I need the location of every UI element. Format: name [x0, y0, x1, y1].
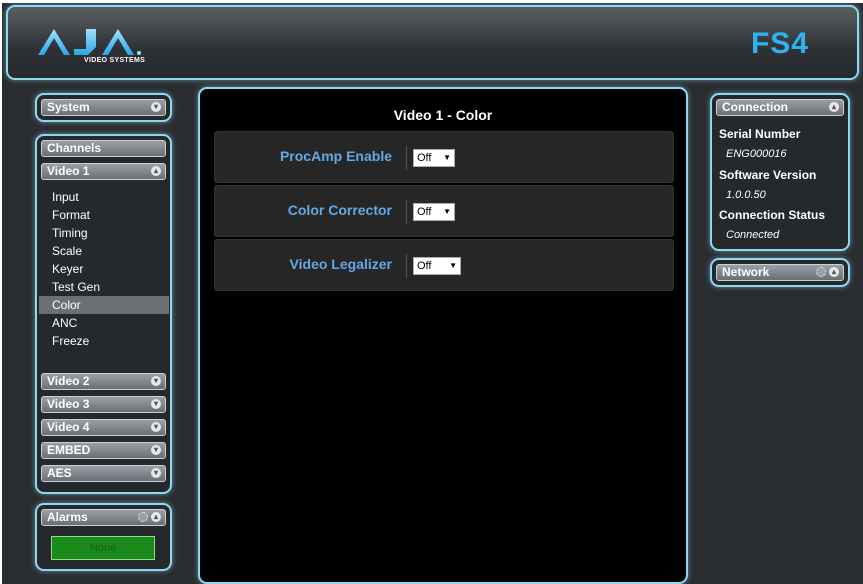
color-corrector-select[interactable]: Off ▼	[413, 203, 455, 221]
dropdown-arrow-icon: ▼	[443, 207, 451, 216]
logo-subtext: VIDEO SYSTEMS	[84, 57, 146, 64]
app-frame: VIDEO SYSTEMS FS4 System ▾ Channels Vide…	[2, 3, 863, 584]
chevron-up-icon: ▴	[151, 512, 161, 522]
chevron-up-icon: ▴	[151, 166, 161, 176]
gear-icon[interactable]	[816, 267, 826, 277]
serial-number-label: Serial Number	[719, 127, 801, 141]
system-panel: System ▾	[35, 93, 172, 122]
chevron-down-icon: ▾	[151, 468, 161, 478]
channels-header: Channels	[41, 140, 166, 157]
nav-item-anc[interactable]: ANC	[46, 314, 170, 332]
software-version-label: Software Version	[719, 168, 817, 182]
setting-row-procamp: ProcAmp Enable Off ▼	[214, 131, 674, 183]
nav-item-keyer[interactable]: Keyer	[46, 260, 170, 278]
nav-item-scale[interactable]: Scale	[46, 242, 170, 260]
video3-label: Video 3	[47, 397, 90, 411]
connection-status-label: Connection Status	[719, 208, 826, 222]
channels-title: Channels	[47, 141, 102, 155]
video-legalizer-value: Off	[417, 260, 432, 272]
nav-item-timing[interactable]: Timing	[46, 224, 170, 242]
chevron-up-icon: ▴	[829, 267, 839, 277]
channels-panel: Channels Video 1 ▴ Input Format Timing S…	[35, 134, 172, 494]
nav-item-input[interactable]: Input	[46, 188, 170, 206]
nav-item-test-gen[interactable]: Test Gen	[46, 278, 170, 296]
procamp-enable-label: ProcAmp Enable	[279, 148, 392, 164]
network-label: Network	[722, 265, 770, 279]
dropdown-arrow-icon: ▼	[449, 261, 457, 270]
system-toggle[interactable]: System ▾	[41, 99, 166, 116]
main-content: Video 1 - Color ProcAmp Enable Off ▼ Col…	[198, 87, 688, 584]
video-legalizer-label: Video Legalizer	[289, 256, 392, 272]
color-corrector-value: Off	[417, 206, 432, 218]
chevron-down-icon: ▾	[151, 399, 161, 409]
video4-label: Video 4	[47, 420, 90, 434]
alarms-panel: Alarms ▴ None	[35, 503, 172, 571]
nav-item-freeze[interactable]: Freeze	[46, 332, 170, 350]
video-legalizer-select[interactable]: Off ▼	[413, 257, 461, 275]
network-panel: Network ▴	[710, 258, 850, 287]
nav-item-format[interactable]: Format	[46, 206, 170, 224]
video2-label: Video 2	[47, 374, 90, 388]
setting-row-video-legalizer: Video Legalizer Off ▼	[214, 239, 674, 291]
connection-status-value: Connected	[726, 229, 780, 241]
alarms-toggle[interactable]: Alarms ▴	[41, 509, 166, 526]
gear-icon[interactable]	[138, 512, 148, 522]
connection-label: Connection	[722, 100, 788, 114]
chevron-down-icon: ▾	[151, 445, 161, 455]
color-corrector-label: Color Corrector	[287, 202, 392, 218]
dropdown-arrow-icon: ▼	[443, 153, 451, 162]
video1-toggle[interactable]: Video 1 ▴	[41, 163, 166, 180]
divider	[406, 200, 407, 224]
serial-number-value: ENG000016	[726, 148, 787, 160]
connection-panel: Connection ▴ Serial Number ENG000016 Sof…	[710, 93, 850, 251]
procamp-enable-value: Off	[417, 152, 432, 164]
video3-toggle[interactable]: Video 3 ▾	[41, 396, 166, 413]
product-name: FS4	[750, 27, 809, 60]
video1-label: Video 1	[47, 164, 90, 178]
header: VIDEO SYSTEMS FS4	[6, 5, 859, 80]
page-title: Video 1 - Color	[393, 107, 493, 123]
chevron-down-icon: ▾	[151, 422, 161, 432]
procamp-enable-select[interactable]: Off ▼	[413, 149, 455, 167]
divider	[406, 146, 407, 170]
alarm-status-button[interactable]: None	[51, 536, 155, 560]
nav-item-color[interactable]: Color	[39, 296, 169, 314]
embed-toggle[interactable]: EMBED ▾	[41, 442, 166, 459]
chevron-up-icon: ▴	[829, 102, 839, 112]
divider	[406, 254, 407, 278]
aes-toggle[interactable]: AES ▾	[41, 465, 166, 482]
aes-label: AES	[47, 466, 72, 480]
system-label: System	[47, 100, 90, 114]
software-version-value: 1.0.0.50	[726, 189, 766, 201]
setting-row-color-corrector: Color Corrector Off ▼	[214, 185, 674, 237]
alarms-label: Alarms	[47, 510, 88, 524]
connection-toggle[interactable]: Connection ▴	[716, 99, 844, 116]
video4-toggle[interactable]: Video 4 ▾	[41, 419, 166, 436]
chevron-down-icon: ▾	[151, 102, 161, 112]
chevron-down-icon: ▾	[151, 376, 161, 386]
aja-logo	[38, 29, 141, 55]
network-toggle[interactable]: Network ▴	[716, 264, 844, 281]
video2-toggle[interactable]: Video 2 ▾	[41, 373, 166, 390]
embed-label: EMBED	[47, 443, 91, 457]
